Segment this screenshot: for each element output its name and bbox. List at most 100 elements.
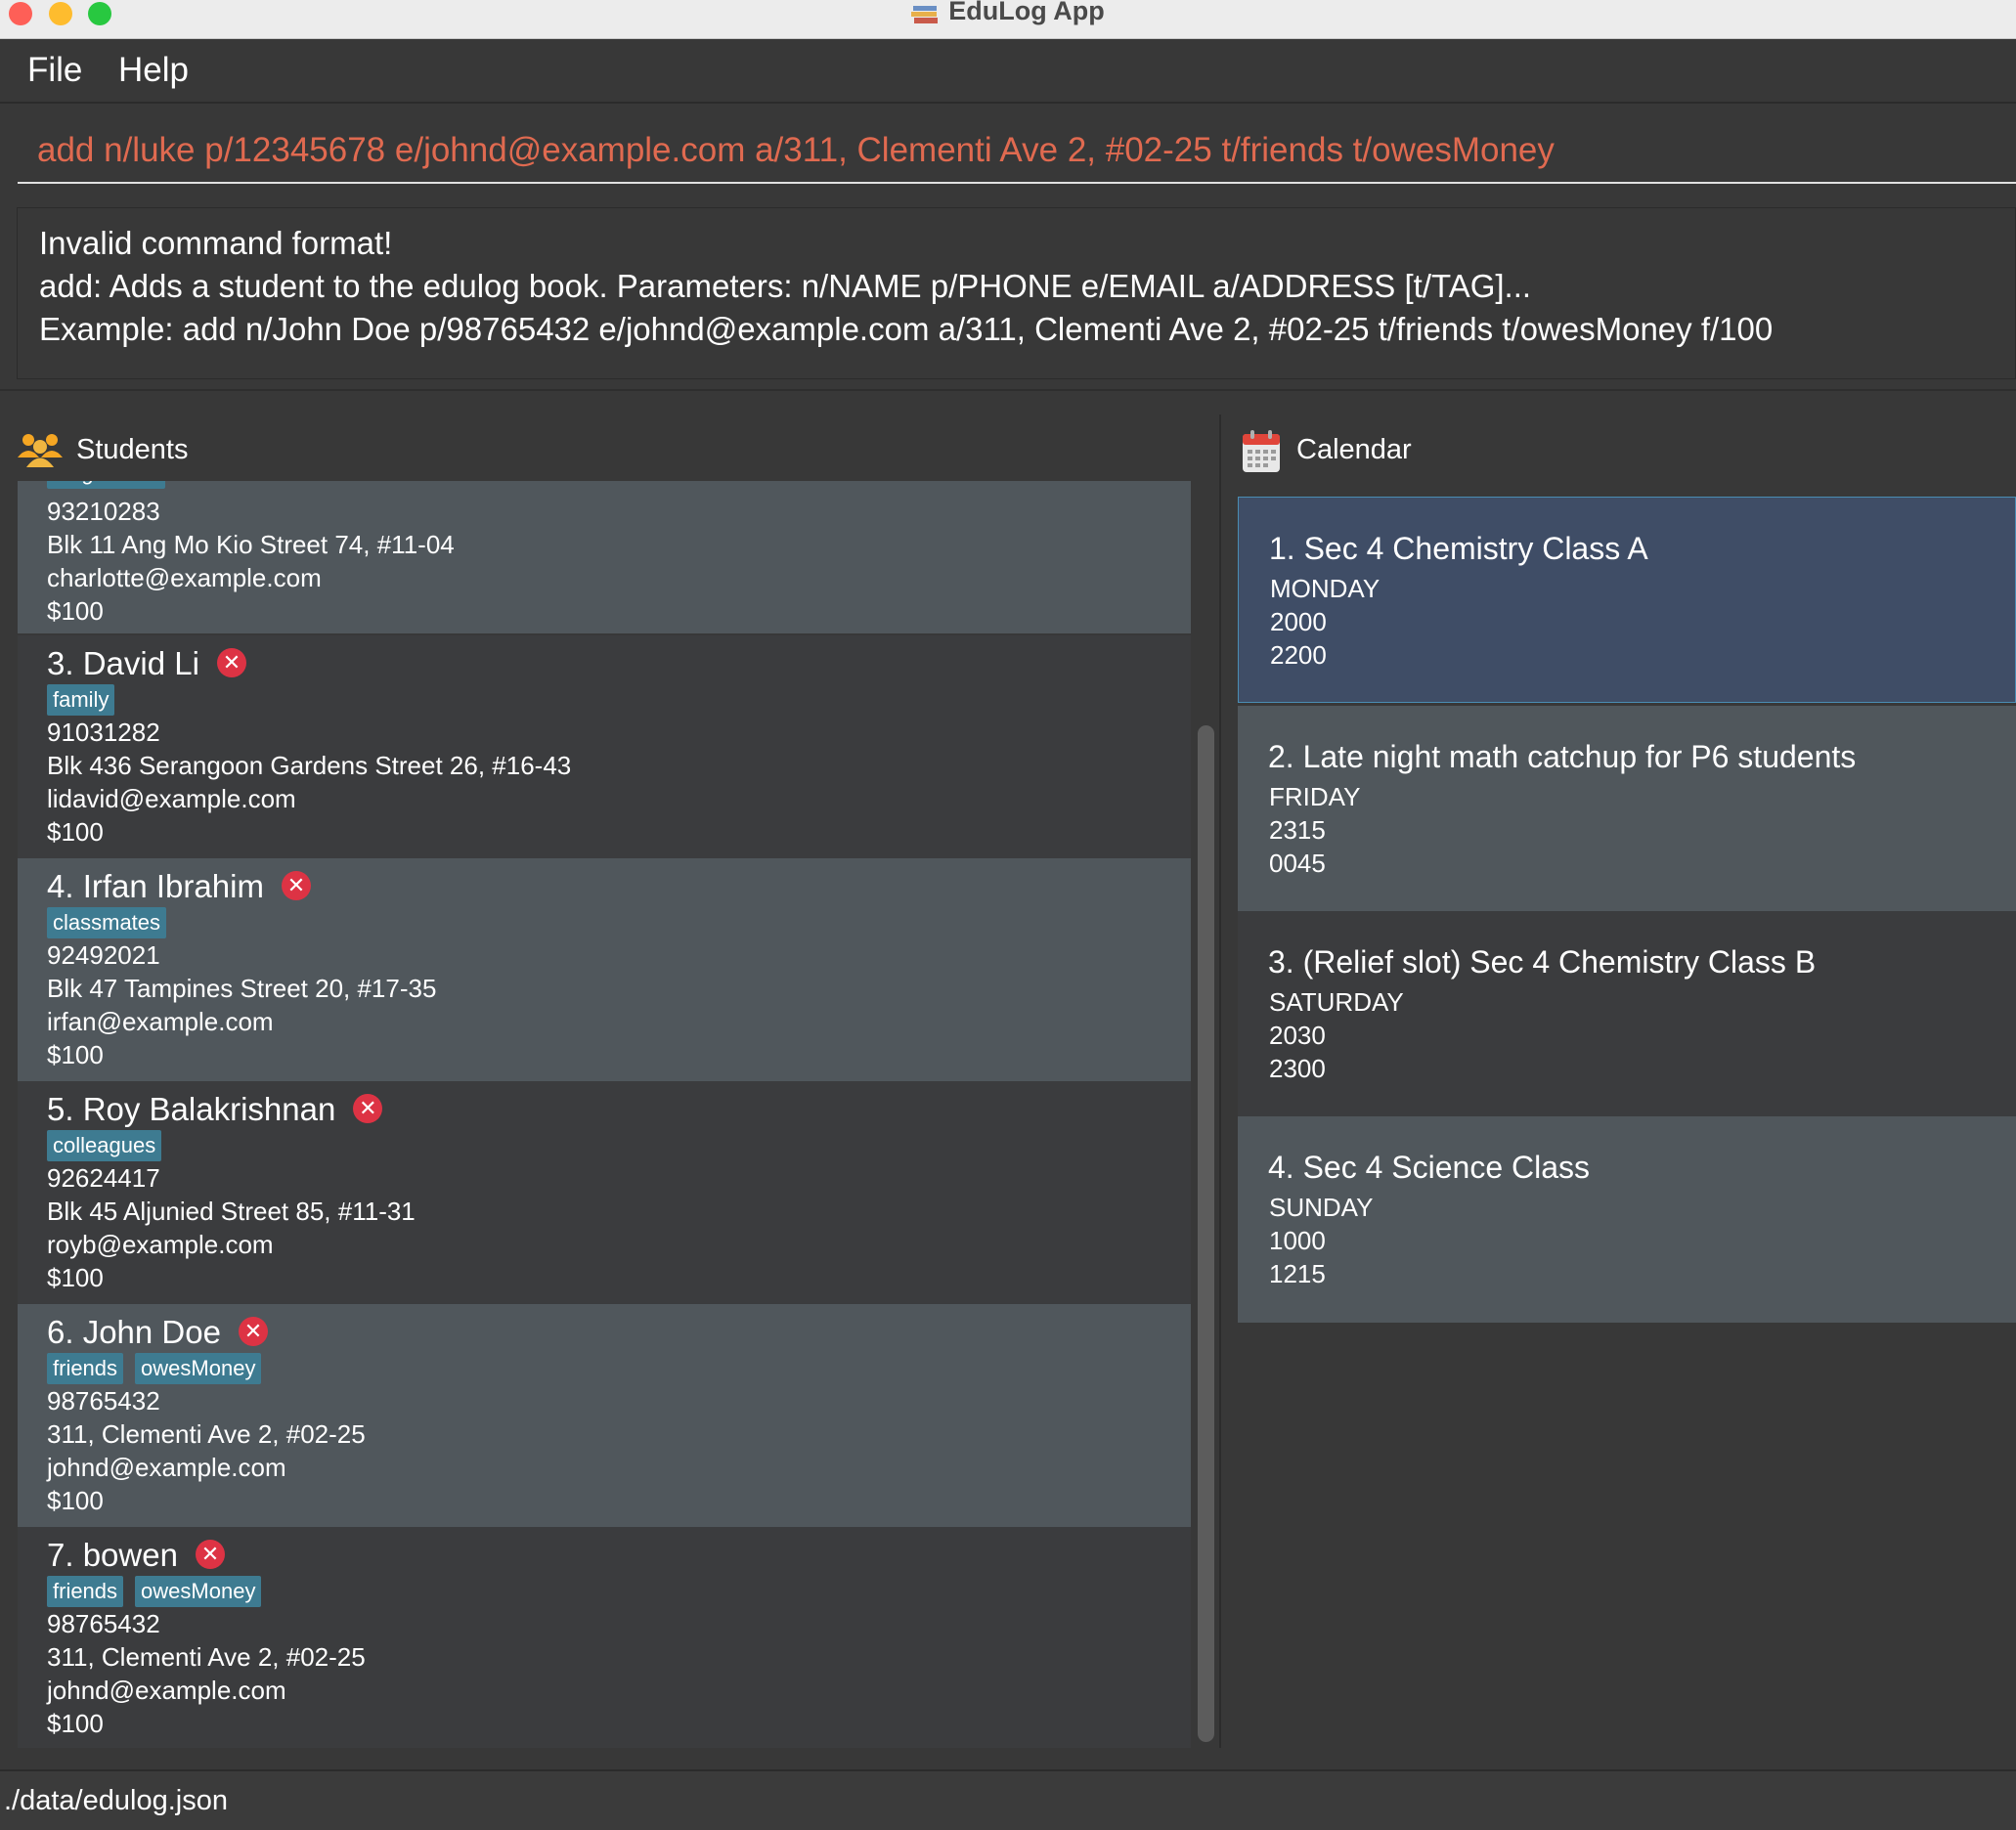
student-card[interactable]: 5. Roy Balakrishnan ✕ colleagues 92624417… xyxy=(18,1081,1191,1304)
lesson-title: 1. Sec 4 Chemistry Class A xyxy=(1269,531,1648,566)
tag: classmates xyxy=(47,907,167,938)
lesson-start: 1000 xyxy=(1269,1226,1326,1255)
status-bar: ./data/edulog.json xyxy=(0,1769,2016,1830)
calendar-card[interactable]: 3. (Relief slot) Sec 4 Chemistry Class B… xyxy=(1238,911,2016,1117)
student-email: johnd@example.com xyxy=(47,1676,286,1705)
tag: friends xyxy=(47,1576,124,1607)
student-name: 3. David Li xyxy=(47,645,199,681)
student-fee: $100 xyxy=(47,1709,104,1738)
student-address: Blk 47 Tampines Street 20, #17-35 xyxy=(47,974,437,1003)
student-name: 7. bowen xyxy=(47,1537,178,1573)
tag-list: classmates xyxy=(47,907,178,938)
student-fee: $100 xyxy=(47,817,104,847)
student-email: charlotte@example.com xyxy=(47,563,322,592)
student-name-row: 7. bowen ✕ xyxy=(47,1537,225,1574)
delete-icon[interactable]: ✕ xyxy=(281,871,311,901)
student-phone: 98765432 xyxy=(47,1386,160,1416)
student-fee: $100 xyxy=(47,1263,104,1292)
lesson-start: 2030 xyxy=(1269,1021,1326,1050)
delete-icon[interactable]: ✕ xyxy=(195,1540,225,1570)
command-input[interactable] xyxy=(18,121,2016,180)
tag-list: family xyxy=(47,684,126,716)
student-name: 6. John Doe xyxy=(47,1314,221,1350)
student-fee: $100 xyxy=(47,596,104,626)
student-card[interactable]: 6. John Doe ✕ friends owesMoney 98765432 3… xyxy=(18,1304,1191,1527)
calendar-card[interactable]: 4. Sec 4 Science Class SUNDAY 1000 1215 xyxy=(1238,1116,2016,1323)
command-box xyxy=(18,121,2016,184)
lesson-day: MONDAY xyxy=(1270,574,1381,603)
student-name-row: 3. David Li ✕ xyxy=(47,645,246,682)
student-address: 311, Clementi Ave 2, #02-25 xyxy=(47,1419,366,1449)
lesson-day: SUNDAY xyxy=(1269,1193,1374,1222)
tag: neighbours xyxy=(47,481,165,489)
tag-list: friends owesMoney xyxy=(47,1353,273,1384)
student-phone: 92624417 xyxy=(47,1163,160,1193)
student-card[interactable]: neighbours 93210283 Blk 11 Ang Mo Kio St… xyxy=(18,481,1191,633)
student-email: lidavid@example.com xyxy=(47,784,296,813)
tag: colleagues xyxy=(47,1130,162,1161)
student-card[interactable]: 3. David Li ✕ family 91031282 Blk 436 Ser… xyxy=(18,635,1191,858)
student-address: Blk 436 Serangoon Gardens Street 26, #16… xyxy=(47,751,572,780)
calendar-card[interactable]: 2. Late night math catchup for P6 studen… xyxy=(1238,706,2016,912)
result-display: Invalid command format! add: Adds a stud… xyxy=(17,207,2016,379)
student-phone: 93210283 xyxy=(47,497,160,526)
students-title: Students xyxy=(76,434,189,465)
lesson-start: 2000 xyxy=(1270,607,1327,636)
delete-icon[interactable]: ✕ xyxy=(353,1094,383,1124)
panel-divider xyxy=(1219,414,1221,1748)
student-address: 311, Clementi Ave 2, #02-25 xyxy=(47,1642,366,1672)
student-phone: 98765432 xyxy=(47,1609,160,1638)
student-name: 4. Irfan Ibrahim xyxy=(47,868,264,904)
students-header: Students xyxy=(18,424,409,473)
window-title: EduLog App xyxy=(0,0,2016,26)
delete-icon[interactable]: ✕ xyxy=(216,648,246,678)
window-title-text: EduLog App xyxy=(948,0,1105,25)
students-icon xyxy=(18,430,63,477)
student-name-row: 6. John Doe ✕ xyxy=(47,1314,268,1351)
scrollbar-thumb[interactable] xyxy=(1198,725,1214,1742)
menu-file[interactable]: File xyxy=(27,51,82,90)
tag: owesMoney xyxy=(135,1576,262,1607)
menu-help[interactable]: Help xyxy=(118,51,189,90)
lesson-end: 2300 xyxy=(1269,1054,1326,1083)
student-card[interactable]: 4. Irfan Ibrahim ✕ classmates 92492021 Bl… xyxy=(18,858,1191,1081)
student-email: irfan@example.com xyxy=(47,1007,274,1036)
lesson-day: FRIDAY xyxy=(1269,782,1361,811)
student-fee: $100 xyxy=(47,1486,104,1515)
student-phone: 92492021 xyxy=(47,940,160,970)
student-email: royb@example.com xyxy=(47,1230,274,1259)
tag-list: colleagues xyxy=(47,1130,173,1161)
result-line: add: Adds a student to the edulog book. … xyxy=(39,268,1532,304)
menu-bar: File Help xyxy=(0,39,2016,104)
lesson-day: SATURDAY xyxy=(1269,987,1404,1017)
tag: family xyxy=(47,684,115,716)
lesson-end: 0045 xyxy=(1269,849,1326,878)
lesson-title: 4. Sec 4 Science Class xyxy=(1268,1150,1591,1185)
tag: friends xyxy=(47,1353,124,1384)
result-line: Invalid command format! xyxy=(39,225,393,261)
students-list[interactable]: neighbours 93210283 Blk 11 Ang Mo Kio St… xyxy=(18,481,1191,1748)
delete-icon[interactable]: ✕ xyxy=(238,1317,268,1347)
lesson-end: 2200 xyxy=(1270,640,1327,670)
student-name: 5. Roy Balakrishnan xyxy=(47,1091,336,1127)
lesson-title: 3. (Relief slot) Sec 4 Chemistry Class B xyxy=(1268,944,1817,980)
student-name-row: 5. Roy Balakrishnan ✕ xyxy=(47,1091,383,1128)
calendar-icon xyxy=(1242,430,1281,481)
student-card[interactable]: 7. bowen ✕ friends owesMoney 98765432 311,… xyxy=(18,1527,1191,1748)
calendar-title: Calendar xyxy=(1296,434,1412,465)
student-name-row: 4. Irfan Ibrahim ✕ xyxy=(47,868,311,905)
student-email: johnd@example.com xyxy=(47,1453,286,1482)
calendar-card[interactable]: 1. Sec 4 Chemistry Class A MONDAY 2000 2… xyxy=(1238,497,2016,703)
lesson-start: 2315 xyxy=(1269,815,1326,845)
calendar-header: Calendar xyxy=(1242,424,1828,473)
title-bar: EduLog App xyxy=(0,0,2016,39)
tag: owesMoney xyxy=(135,1353,262,1384)
save-location: ./data/edulog.json xyxy=(4,1785,228,1816)
lesson-end: 1215 xyxy=(1269,1259,1326,1288)
student-address: Blk 11 Ang Mo Kio Street 74, #11-04 xyxy=(47,530,455,559)
tag-list: friends owesMoney xyxy=(47,1576,273,1607)
student-fee: $100 xyxy=(47,1040,104,1069)
app-book-icon xyxy=(911,2,941,23)
student-address: Blk 45 Aljunied Street 85, #11-31 xyxy=(47,1197,416,1226)
divider xyxy=(0,389,2016,391)
